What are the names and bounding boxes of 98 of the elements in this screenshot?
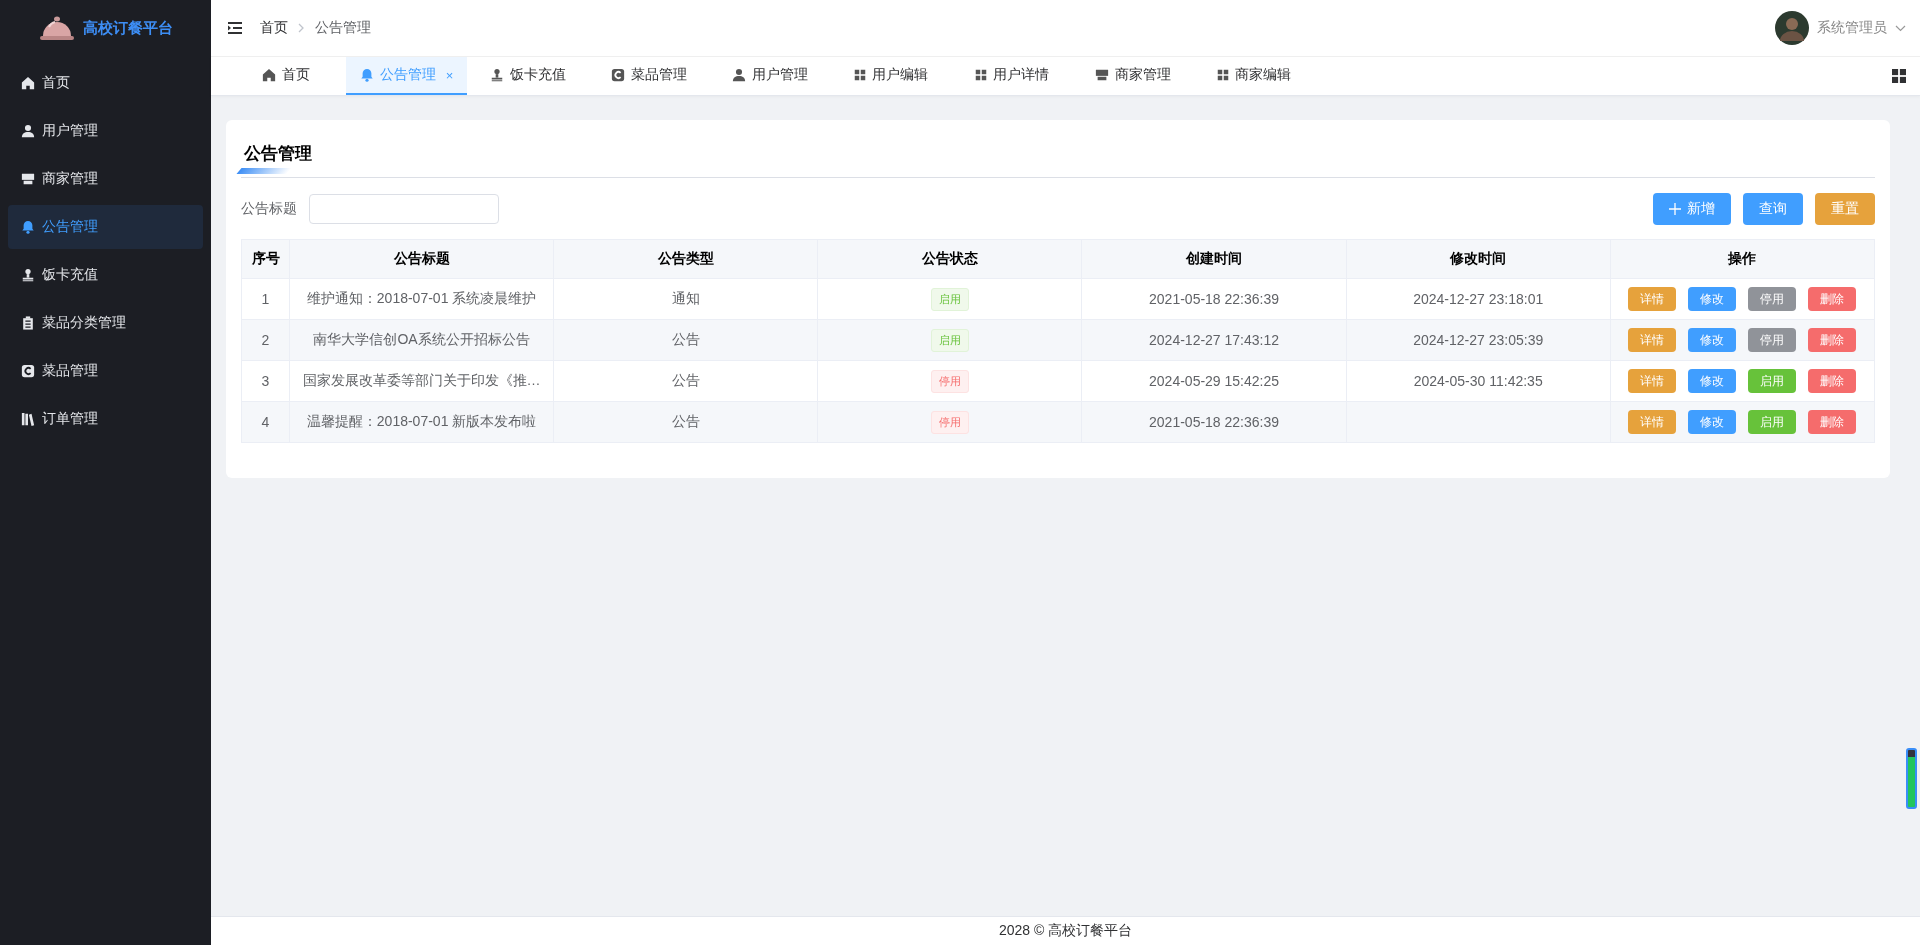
table-cell: 2021-05-18 22:36:39 xyxy=(1081,278,1347,320)
clipboard-icon xyxy=(21,316,35,330)
tab[interactable]: 首页 xyxy=(225,57,346,95)
disable-button[interactable]: 停用 xyxy=(1748,328,1797,352)
column-header: 修改时间 xyxy=(1346,239,1611,279)
disable-button[interactable]: 停用 xyxy=(1748,287,1797,311)
sidebar-item[interactable]: 首页 xyxy=(8,61,203,105)
home-icon xyxy=(261,68,276,82)
breadcrumb-item[interactable]: 公告管理 xyxy=(315,19,371,37)
tab[interactable]: 用户管理 xyxy=(709,57,830,95)
table-cell: 2021-05-18 22:36:39 xyxy=(1081,401,1347,443)
grid-icon[interactable] xyxy=(1892,69,1906,83)
plus-icon xyxy=(1669,203,1681,215)
user-name[interactable]: 系统管理员 xyxy=(1817,19,1887,37)
delete-button[interactable]: 删除 xyxy=(1808,410,1857,434)
shop-icon xyxy=(1094,68,1109,82)
column-header: 创建时间 xyxy=(1081,239,1347,279)
close-icon[interactable]: × xyxy=(445,67,454,83)
status-tag: 启用 xyxy=(930,287,969,311)
status-tag: 停用 xyxy=(930,410,969,434)
tab[interactable]: 商家管理 xyxy=(1072,57,1193,95)
column-header: 操作 xyxy=(1610,239,1875,279)
user-icon xyxy=(731,68,746,82)
table-cell: 2024-12-27 17:43:12 xyxy=(1081,319,1347,361)
table-cell: 公告 xyxy=(553,360,818,402)
status-tag: 启用 xyxy=(930,328,969,352)
add-button[interactable]: 新增 xyxy=(1653,193,1731,225)
delete-button[interactable]: 删除 xyxy=(1808,369,1857,393)
copyright-text: 2028 © 高校订餐平台 xyxy=(998,922,1133,940)
table-cell: 公告 xyxy=(553,319,818,361)
column-header: 公告类型 xyxy=(553,239,818,279)
detail-button[interactable]: 详情 xyxy=(1628,287,1677,311)
table-cell: 2024-12-27 23:05:39 xyxy=(1346,319,1611,361)
edit-button[interactable]: 修改 xyxy=(1688,410,1737,434)
detail-button[interactable]: 详情 xyxy=(1628,328,1677,352)
menu-icon[interactable] xyxy=(228,22,242,34)
home-icon xyxy=(21,76,35,90)
edit-button[interactable]: 修改 xyxy=(1688,287,1737,311)
table-cell: 2024-05-29 15:42:25 xyxy=(1081,360,1347,402)
sidebar-item[interactable]: 菜品分类管理 xyxy=(8,301,203,345)
table-cell: 南华大学信创OA系统公开招标公告 xyxy=(289,319,554,361)
brand-name: 高校订餐平台 xyxy=(82,18,173,38)
reset-button[interactable]: 重置 xyxy=(1815,193,1875,225)
tab[interactable]: 商家编辑 xyxy=(1193,57,1314,95)
shop-icon xyxy=(21,172,35,186)
table-cell: 维护通知：2018-07-01 系统凌晨维护 xyxy=(289,278,554,320)
user-icon xyxy=(21,124,35,138)
chevron-down-icon[interactable] xyxy=(1895,24,1906,32)
tab[interactable]: 用户详情 xyxy=(951,57,1072,95)
edit-button[interactable]: 修改 xyxy=(1688,328,1737,352)
delete-button[interactable]: 删除 xyxy=(1808,287,1857,311)
tab[interactable]: 菜品管理 xyxy=(588,57,709,95)
tab[interactable]: 饭卡充值 xyxy=(467,57,588,95)
sidebar-item[interactable]: 商家管理 xyxy=(8,157,203,201)
grid-icon xyxy=(853,69,866,81)
column-header: 公告标题 xyxy=(289,239,554,279)
table-cell: 2024-12-27 23:18:01 xyxy=(1346,278,1611,320)
enable-button[interactable]: 启用 xyxy=(1748,369,1797,393)
table-cell: 通知 xyxy=(553,278,818,320)
floating-widget-icon[interactable] xyxy=(1906,748,1917,809)
table-cell: 2024-05-30 11:42:35 xyxy=(1346,360,1611,402)
stamp-icon xyxy=(489,68,504,82)
sidebar-item[interactable]: 菜品管理 xyxy=(8,349,203,393)
sidebar-item[interactable]: 公告管理 xyxy=(8,205,203,249)
stamp-icon xyxy=(21,268,35,282)
detail-button[interactable]: 详情 xyxy=(1628,369,1677,393)
books-icon xyxy=(21,412,35,426)
enable-button[interactable]: 启用 xyxy=(1748,410,1797,434)
detail-button[interactable]: 详情 xyxy=(1628,410,1677,434)
chevron-right-icon xyxy=(298,23,305,33)
table-cell: 公告 xyxy=(553,401,818,443)
avatar[interactable] xyxy=(1775,11,1809,45)
column-header: 公告状态 xyxy=(817,239,1082,279)
edit-button[interactable]: 修改 xyxy=(1688,369,1737,393)
grid-icon xyxy=(1216,69,1229,81)
table-cell: 3 xyxy=(241,360,290,402)
table-cell: 温馨提醒：2018-07-01 新版本发布啦 xyxy=(289,401,554,443)
sidebar-item[interactable]: 饭卡充值 xyxy=(8,253,203,297)
search-label: 公告标题 xyxy=(241,200,297,218)
bell-icon xyxy=(21,220,35,234)
title-underline xyxy=(236,168,292,174)
table-cell: 1 xyxy=(241,278,290,320)
grid-icon xyxy=(974,69,987,81)
tab[interactable]: 用户编辑 xyxy=(830,57,951,95)
breadcrumb-item[interactable]: 首页 xyxy=(260,19,288,37)
table-cell: 4 xyxy=(241,401,290,443)
table-cell: 2 xyxy=(241,319,290,361)
sidebar-item[interactable]: 订单管理 xyxy=(8,397,203,441)
panel-title: 公告管理 xyxy=(244,144,312,163)
search-field[interactable] xyxy=(309,194,499,224)
status-tag: 停用 xyxy=(930,369,969,393)
query-button[interactable]: 查询 xyxy=(1743,193,1803,225)
table-cell: 国家发展改革委等部门关于印发《推… xyxy=(289,360,554,402)
column-header: 序号 xyxy=(241,239,290,279)
tab[interactable]: 公告管理 × xyxy=(346,57,467,95)
sidebar-item[interactable]: 用户管理 xyxy=(8,109,203,153)
bell-icon xyxy=(359,68,374,82)
delete-button[interactable]: 删除 xyxy=(1808,328,1857,352)
